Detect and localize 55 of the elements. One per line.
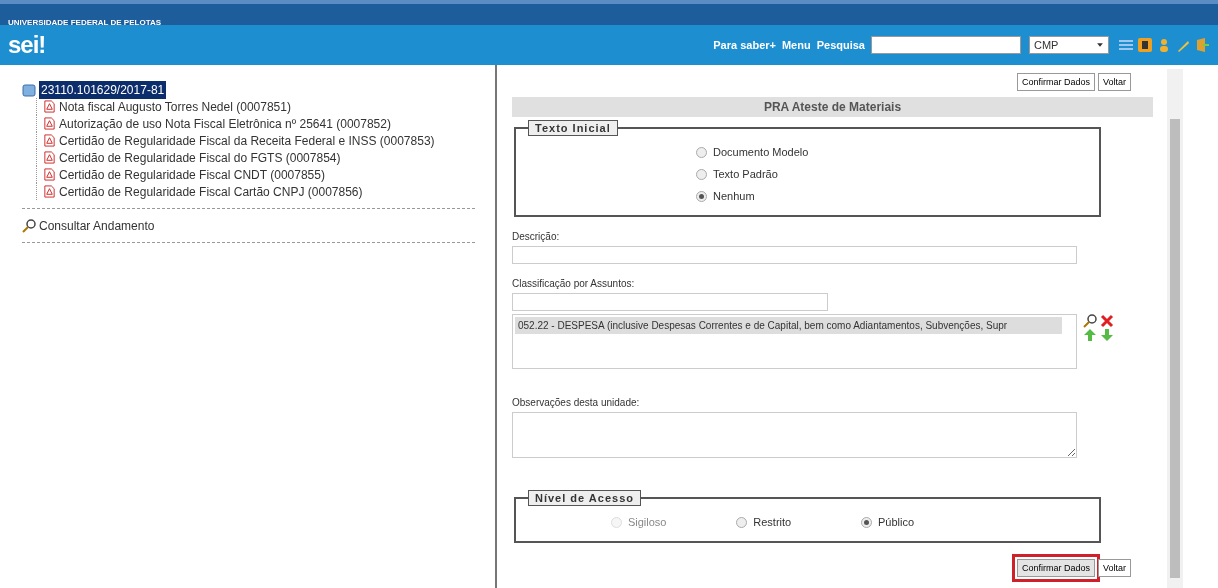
- notes-field[interactable]: [512, 412, 1077, 458]
- process-icon: [22, 82, 36, 97]
- radio-label: Nenhum: [713, 188, 755, 204]
- fieldset-legend: Texto Inicial: [528, 120, 618, 136]
- radio-label: Documento Modelo: [713, 144, 809, 160]
- field-label: Classificação por Assuntos:: [512, 277, 636, 291]
- tree-node[interactable]: 23110.101629/2017-81: [39, 80, 167, 99]
- radio-button[interactable]: [861, 516, 872, 528]
- button[interactable]: Voltar: [1098, 559, 1131, 577]
- button[interactable]: Voltar: [1098, 73, 1131, 91]
- radio-label: Público: [878, 514, 915, 530]
- form-title: PRA Ateste de Materiais: [512, 97, 1153, 117]
- search-icon: [1083, 314, 1097, 328]
- tree-item[interactable]: Certidão de Regularidade Fiscal da Receita Federal e INSS (0007853): [59, 131, 435, 150]
- logo[interactable]: sei!: [8, 27, 46, 63]
- tree-item[interactable]: Autorização de uso Nota Fiscal Eletrônica nº 25641 (0007852): [59, 114, 391, 133]
- pdf-icon: [43, 185, 56, 198]
- header-link[interactable]: Pesquisa: [816, 36, 865, 54]
- radio-button[interactable]: [696, 146, 707, 158]
- action-link[interactable]: Consultar Andamento: [39, 216, 155, 235]
- radio-label: Sigiloso: [627, 514, 667, 530]
- search-field[interactable]: [871, 36, 1021, 54]
- down-arrow-icon: [1100, 328, 1114, 342]
- caret-icon: [1096, 41, 1104, 49]
- button[interactable]: Confirmar Dados: [1016, 73, 1095, 91]
- pdf-icon: [43, 117, 56, 130]
- scrollbar[interactable]: [1167, 69, 1183, 588]
- subject-field[interactable]: [512, 293, 828, 311]
- pdf-icon: [43, 134, 56, 147]
- exit-icon[interactable]: [1194, 37, 1210, 53]
- radio-label: Texto Padrão: [713, 166, 778, 182]
- close-icon: [1100, 314, 1114, 328]
- radio-button[interactable]: [736, 516, 748, 528]
- institution-name: UNIVERSIDADE FEDERAL DE PELOTAS: [8, 18, 162, 27]
- radio-label: Restrito: [753, 514, 792, 530]
- field-label: Descrição:: [512, 230, 561, 244]
- pdf-icon: [43, 168, 56, 181]
- tree-item[interactable]: Certidão de Regularidade Fiscal do FGTS (0007854): [59, 148, 341, 167]
- pdf-icon: [43, 151, 56, 164]
- fieldset-legend: Nível de Acesso: [528, 490, 641, 506]
- description-field[interactable]: [512, 246, 1077, 264]
- tree-item[interactable]: Certidão de Regularidade Fiscal Cartão CNPJ (0007856): [59, 182, 363, 201]
- header-link[interactable]: Para saber+: [713, 36, 776, 54]
- list-item[interactable]: 052.22 - DESPESA (inclusive Despesas Correntes e de Capital, bem como Adiantamentos, Subvenções, Supr: [515, 317, 1062, 334]
- search-icon: [22, 218, 36, 233]
- unit-select[interactable]: CMP: [1029, 36, 1109, 54]
- subject-list[interactable]: 052.22 - DESPESA (inclusive Despesas Correntes e de Capital, bem como Adiantamentos, Subvenções, Supr: [512, 314, 1077, 369]
- radio-button[interactable]: [696, 168, 707, 180]
- radio-button[interactable]: [696, 190, 707, 202]
- up-arrow-icon: [1083, 328, 1097, 342]
- header-link[interactable]: Menu: [781, 36, 811, 54]
- field-label: Observações desta unidade:: [512, 396, 641, 410]
- tree-item[interactable]: Nota fiscal Augusto Torres Nedel (0007851): [59, 97, 291, 116]
- pdf-icon: [43, 100, 56, 113]
- tree-item[interactable]: Certidão de Regularidade Fiscal CNDT (0007855): [59, 165, 325, 184]
